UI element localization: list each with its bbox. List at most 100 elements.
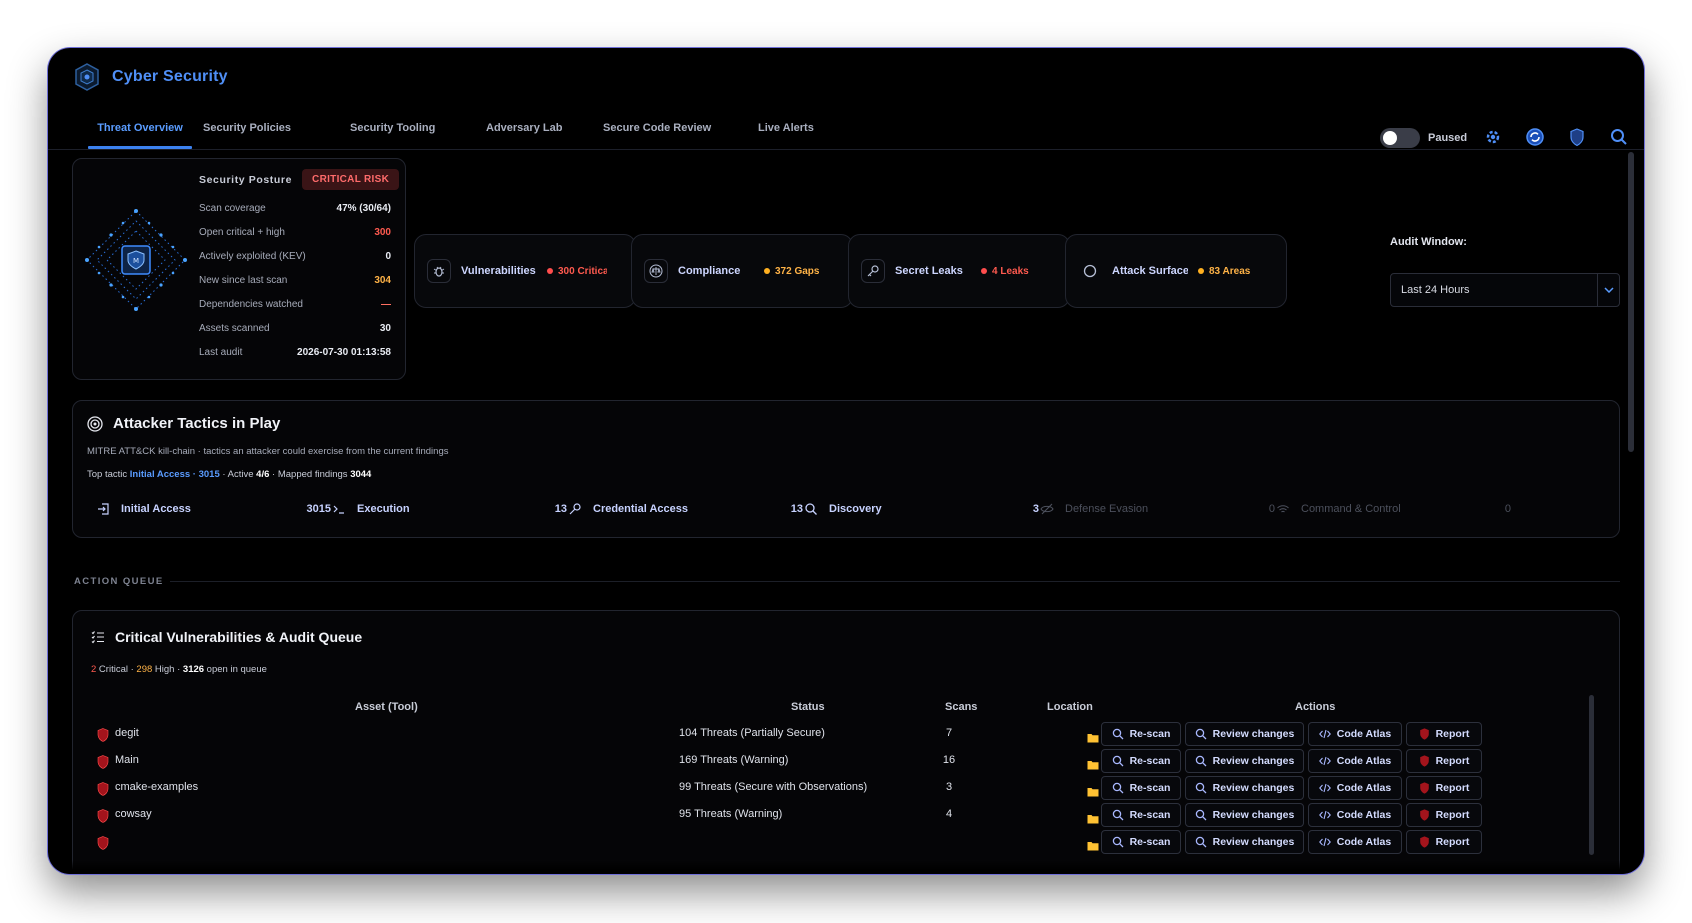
wifi-icon [1275, 501, 1291, 517]
stat-label: Assets scanned [199, 323, 270, 334]
tactic-command-control[interactable]: Command & Control 0 [1275, 501, 1511, 517]
stat-label: Actively exploited (KEV) [199, 251, 306, 262]
code-atlas-button[interactable]: Code Atlas [1308, 830, 1402, 854]
tactic-defense-evasion[interactable]: Defense Evasion 0 [1039, 501, 1275, 517]
metric-name: Attack Surface [1112, 265, 1188, 277]
review-changes-button[interactable]: Review changes [1185, 830, 1304, 854]
folder-icon[interactable] [1087, 730, 1099, 743]
stat-dependencies-watched: Dependencies watched — [199, 299, 391, 315]
meta-active-value: 4/6 [256, 469, 270, 480]
review-changes-button[interactable]: Review changes [1185, 749, 1304, 773]
tactic-discovery[interactable]: Discovery 3 [803, 501, 1039, 517]
report-button[interactable]: Report [1406, 722, 1482, 746]
severity-shield-icon [97, 782, 109, 796]
shield-pin-icon[interactable] [1566, 126, 1588, 148]
tactic-credential-access[interactable]: Credential Access 13 [567, 501, 803, 517]
column-header-location[interactable]: Location [1047, 701, 1093, 713]
asset-status: 104 Threats (Partially Secure) [679, 727, 825, 739]
review-changes-button[interactable]: Review changes [1185, 776, 1304, 800]
eye-off-icon [1039, 501, 1055, 517]
tab-security-tooling[interactable]: Security Tooling [350, 118, 435, 150]
column-header-actions[interactable]: Actions [1295, 701, 1335, 713]
attacker-tactics-card: Attacker Tactics in Play MITRE ATT&CK ki… [72, 400, 1620, 538]
sync-icon[interactable] [1524, 126, 1546, 148]
button-label: Report [1435, 809, 1470, 821]
metric-card-secret-leaks[interactable]: Secret Leaks 4 Leaks [848, 234, 1070, 308]
search-icon[interactable] [1608, 126, 1630, 148]
column-header-scans[interactable]: Scans [945, 701, 977, 713]
metric-name: Vulnerabilities [461, 265, 536, 277]
asset-name[interactable]: Main [115, 754, 139, 766]
open-count: 3126 [182, 664, 205, 675]
tab-live-alerts[interactable]: Live Alerts [758, 118, 814, 150]
rescan-button[interactable]: Re-scan [1101, 803, 1181, 827]
circle-icon [1078, 259, 1102, 283]
review-changes-button[interactable]: Review changes [1185, 722, 1304, 746]
pause-toggle[interactable] [1380, 128, 1420, 148]
tactic-count: 3015 [306, 503, 331, 515]
column-header-status[interactable]: Status [791, 701, 825, 713]
svg-text:M: M [133, 257, 139, 265]
table-row[interactable]: Main 169 Threats (Warning) 16 Re-scan Review… [73, 748, 1621, 777]
folder-icon[interactable] [1087, 838, 1099, 851]
tactic-initial-access[interactable]: Initial Access 3015 [95, 501, 331, 517]
metric-card-attack-surface[interactable]: Attack Surface 83 Areas [1065, 234, 1287, 308]
table-row[interactable]: cowsay 95 Threats (Warning) 4 Re-scan Review… [73, 802, 1621, 831]
table-row[interactable]: degit 104 Threats (Partially Secure) 7 Re-s… [73, 721, 1621, 750]
metric-stat: 300 Critical [547, 266, 607, 277]
button-label: Re-scan [1129, 728, 1171, 740]
table-row[interactable]: Re-scan Review changes Code Atlas Report [73, 829, 1621, 858]
column-header-asset[interactable]: Asset (Tool) [355, 701, 418, 713]
button-label: Code Atlas [1336, 836, 1392, 848]
tactics-subtitle: MITRE ATT&CK kill-chain · tactics an att… [87, 446, 449, 457]
stat-value: 47% (30/64) [336, 203, 391, 214]
tab-secure-code-review[interactable]: Secure Code Review [603, 118, 711, 150]
code-atlas-button[interactable]: Code Atlas [1308, 749, 1402, 773]
asset-scans: 3 [945, 781, 953, 793]
rescan-button[interactable]: Re-scan [1101, 776, 1181, 800]
report-button[interactable]: Report [1406, 803, 1482, 827]
login-icon [95, 501, 111, 517]
button-label: Code Atlas [1336, 809, 1392, 821]
asset-name[interactable]: cmake-examples [115, 781, 198, 793]
button-label: Report [1435, 755, 1470, 767]
folder-icon[interactable] [1087, 784, 1099, 797]
stat-value: 304 [374, 275, 391, 286]
audit-window-select[interactable]: Last 24 Hours [1390, 273, 1620, 307]
status-dot [547, 267, 553, 274]
rescan-button[interactable]: Re-scan [1101, 749, 1181, 773]
code-atlas-button[interactable]: Code Atlas [1308, 722, 1402, 746]
folder-icon[interactable] [1087, 811, 1099, 824]
tab-adversary-lab[interactable]: Adversary Lab [486, 118, 562, 150]
app-window: Cyber Security Threat Overview Security … [48, 48, 1644, 874]
stat-value: 2026-07-30 01:13:58 [297, 347, 391, 358]
tactics-meta: Top tactic Initial Access · 3015 · Activ… [87, 469, 372, 480]
report-button[interactable]: Report [1406, 776, 1482, 800]
code-atlas-button[interactable]: Code Atlas [1308, 803, 1402, 827]
folder-icon[interactable] [1087, 757, 1099, 770]
tab-security-policies[interactable]: Security Policies [203, 118, 291, 150]
rescan-button[interactable]: Re-scan [1101, 722, 1181, 746]
metric-card-compliance[interactable]: Compliance 372 Gaps [631, 234, 853, 308]
top-tactic-link[interactable]: Initial Access · 3015 [130, 469, 220, 480]
tactic-name: Initial Access [121, 503, 191, 515]
asset-name[interactable]: cowsay [115, 808, 152, 820]
meta-mapped-value: 3044 [350, 469, 372, 480]
table-scrollbar[interactable] [1589, 695, 1594, 855]
tactic-execution[interactable]: Execution 13 [331, 501, 567, 517]
table-row[interactable]: cmake-examples 99 Threats (Secure with Ob… [73, 775, 1621, 804]
report-button[interactable]: Report [1406, 830, 1482, 854]
report-button[interactable]: Report [1406, 749, 1482, 773]
tactics-title: Attacker Tactics in Play [87, 415, 280, 432]
code-atlas-button[interactable]: Code Atlas [1308, 776, 1402, 800]
metric-card-vulnerabilities[interactable]: Vulnerabilities 300 Critical [414, 234, 636, 308]
stat-label: Scan coverage [199, 203, 266, 214]
page-scrollbar[interactable] [1628, 152, 1634, 452]
list-check-icon [91, 631, 104, 644]
asset-name[interactable]: degit [115, 727, 139, 739]
gear-icon[interactable] [1482, 126, 1504, 148]
button-label: Code Atlas [1336, 782, 1392, 794]
rescan-button[interactable]: Re-scan [1101, 830, 1181, 854]
high-count: 298 [136, 664, 153, 675]
review-changes-button[interactable]: Review changes [1185, 803, 1304, 827]
